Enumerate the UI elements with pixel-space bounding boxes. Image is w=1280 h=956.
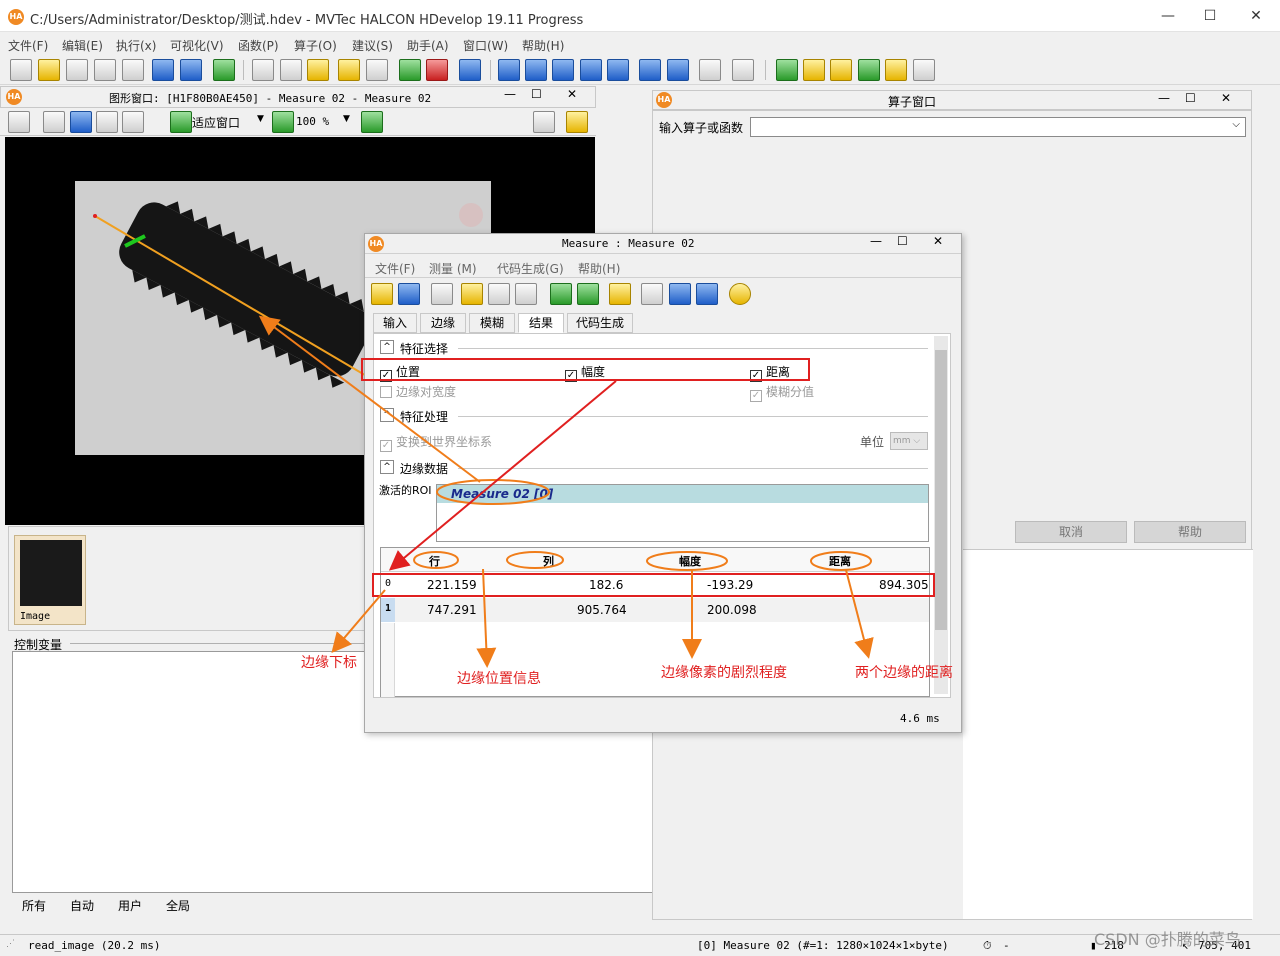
status-last-operator: read_image (20.2 ms) <box>28 939 161 952</box>
timer-icon: ⏱ <box>983 939 992 952</box>
annotation-overlay <box>258 315 935 668</box>
status-timer: - <box>1003 939 1010 952</box>
feature-selection-highlight <box>361 358 810 381</box>
annotation-edge-amplitude: 边缘像素的剧烈程度 <box>661 665 787 681</box>
status-bar: ⋰ read_image (20.2 ms) [0] Measure 02 (#… <box>0 934 1280 956</box>
annotation-edge-distance: 两个边缘的距离 <box>855 665 953 681</box>
watermark: CSDN @扑腾的菜鸟 <box>1094 930 1241 949</box>
resize-grip-icon: ⋰ <box>6 939 15 949</box>
annotation-edge-position: 边缘位置信息 <box>457 671 541 687</box>
status-image-info: [0] Measure 02 (#=1: 1280×1024×1×byte) <box>697 939 949 952</box>
annotation-edge-index: 边缘下标 <box>301 655 357 671</box>
